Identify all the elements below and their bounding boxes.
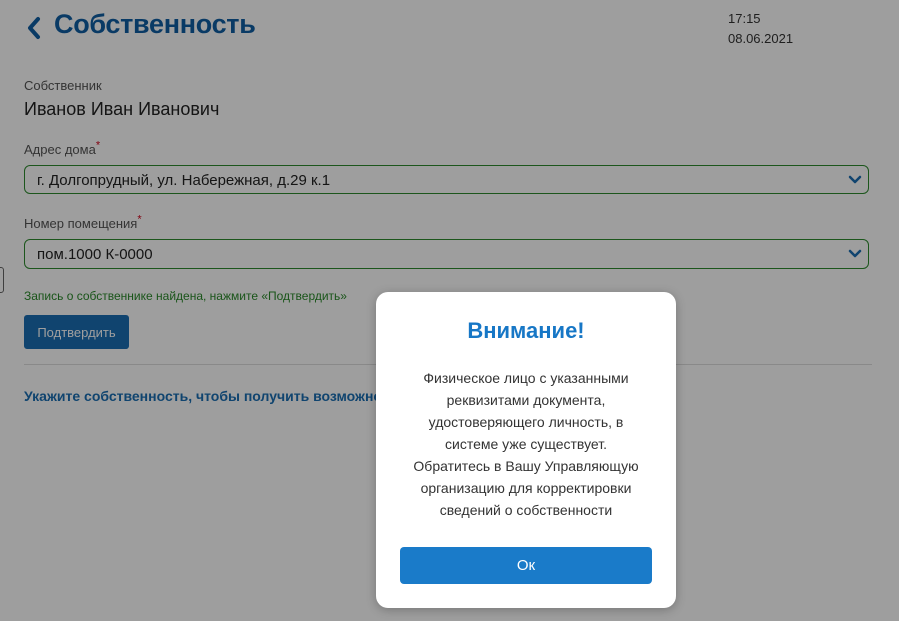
dialog-message-line: сведений о собственности (439, 502, 613, 518)
dialog-message-line: системе уже существует. (445, 436, 607, 452)
alert-dialog: Внимание! Физическое лицо с указанными р… (376, 292, 676, 608)
dialog-message-line: удостоверяющего личность, в (428, 414, 624, 430)
dialog-message-line: Физическое лицо с указанными (423, 370, 629, 386)
dialog-message-line: Обратитесь в Вашу Управляющую (413, 458, 639, 474)
dialog-title: Внимание! (467, 318, 585, 343)
dialog-message-line: организацию для корректировки (420, 480, 632, 496)
dialog-message: Физическое лицо с указанными реквизитами… (396, 367, 656, 521)
dialog-message-line: реквизитами документа, (446, 392, 606, 408)
ok-button[interactable]: Ок (400, 547, 652, 584)
